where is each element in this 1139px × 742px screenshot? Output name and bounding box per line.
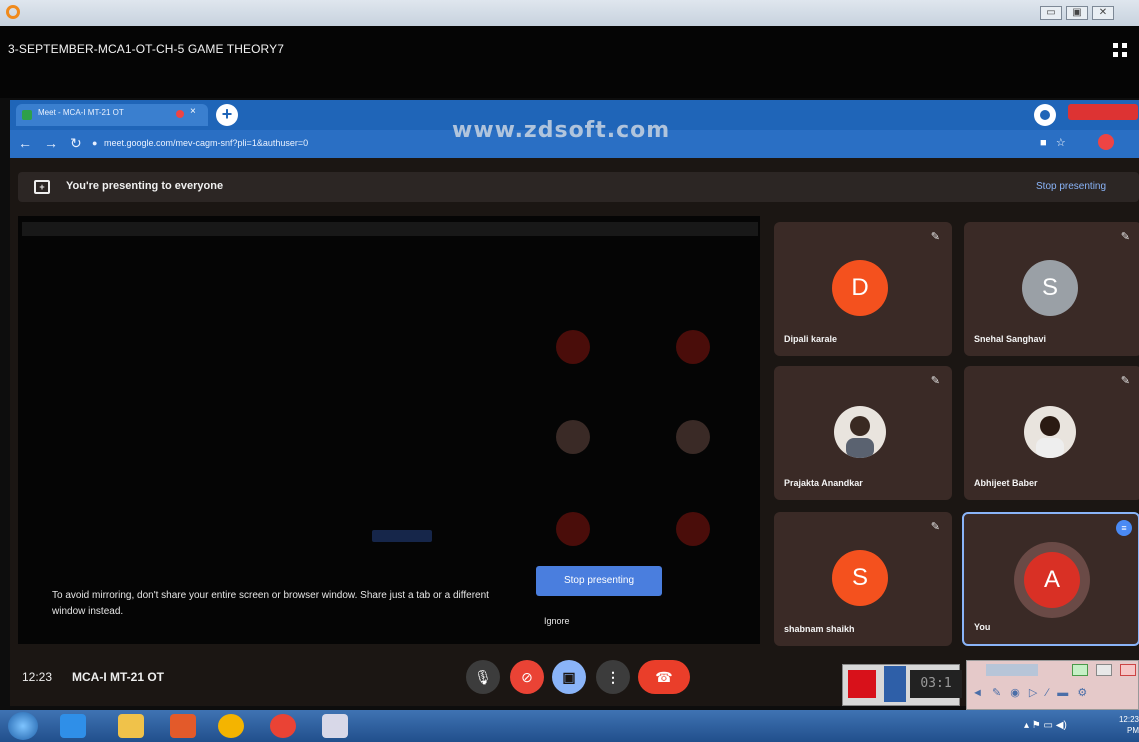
player-header [0, 26, 1139, 98]
record-counter: 03:1 [910, 670, 962, 698]
chrome-profile-dot-icon [1040, 110, 1050, 120]
chrome-icon[interactable] [218, 714, 244, 738]
tab-close-icon[interactable]: × [190, 106, 196, 117]
avatar: S [832, 550, 888, 606]
annotation-close-button[interactable] [1120, 664, 1136, 676]
start-button-icon[interactable] [8, 712, 38, 740]
participant-tile[interactable]: ✎ Prajakta Anandkar [774, 366, 952, 500]
mic-off-icon: ✎ [930, 231, 940, 243]
avatar-photo [1024, 406, 1076, 458]
recording-dot-icon [176, 110, 184, 118]
explorer-folder-icon[interactable] [118, 714, 144, 738]
record-pause-button[interactable] [884, 666, 906, 702]
close-button[interactable]: ✕ [1092, 6, 1114, 20]
meet-favicon-icon [22, 110, 32, 120]
speaking-indicator-icon: ≡ [1116, 520, 1132, 536]
mirroring-warning-text: To avoid mirroring, don't share your ent… [52, 590, 489, 617]
recorder-app-icon[interactable] [322, 714, 348, 738]
camera-off-button[interactable]: ⊘ [510, 660, 544, 694]
participant-name: Prajakta Anandkar [784, 478, 863, 488]
avatar-photo [834, 406, 886, 458]
participant-tile[interactable]: ✎ S shabnam shaikh [774, 512, 952, 646]
video-title: 3-SEPTEMBER-MCA1-OT-CH-5 GAME THEORY7 [8, 42, 284, 56]
watermark: www.zdsoft.com [452, 118, 671, 143]
player-logo-icon [6, 5, 20, 19]
annotation-window-button[interactable] [1072, 664, 1088, 676]
player-titlebar [0, 0, 1139, 26]
mirror-avatar [556, 512, 590, 546]
avatar: A [1024, 552, 1080, 608]
mic-off-icon: ✎ [930, 375, 940, 387]
profile-avatar-icon[interactable] [1098, 134, 1114, 150]
record-stop-button[interactable] [848, 670, 876, 698]
mirror-tabbar [22, 222, 758, 236]
mirror-avatar [556, 420, 590, 454]
participant-tile[interactable]: ✎ Abhijeet Baber [964, 366, 1139, 500]
mirror-button [372, 530, 432, 542]
fullscreen-icon[interactable] [1112, 42, 1128, 58]
more-options-button[interactable]: ⋮ [596, 660, 630, 694]
ignore-button[interactable]: Ignore [544, 616, 570, 626]
mirror-avatar [676, 420, 710, 454]
meeting-code: MCA-I MT-21 OT [72, 670, 164, 684]
stop-presenting-button[interactable]: Stop presenting [536, 566, 662, 596]
presenting-banner-text: You're presenting to everyone [66, 180, 224, 192]
hang-up-button[interactable]: ☎ [638, 660, 690, 694]
participant-tile[interactable]: ✎ S Snehal Sanghavi [964, 222, 1139, 356]
media-player-icon[interactable] [170, 714, 196, 738]
forward-arrow-icon[interactable]: → [44, 135, 58, 151]
chrome-window-controls[interactable] [1068, 104, 1138, 120]
participant-name: Abhijeet Baber [974, 478, 1038, 488]
chrome-window-icon[interactable] [270, 714, 296, 738]
minimize-button[interactable]: ▭ [1040, 6, 1062, 20]
participant-name: Dipali karale [784, 334, 838, 344]
annotation-tools[interactable]: ◄ ✎ ◉ ▷ ∕ ▬ ⚙ [972, 686, 1090, 699]
avatar: S [1022, 260, 1078, 316]
mirror-avatar [556, 330, 590, 364]
mirror-avatar [676, 330, 710, 364]
ie-icon[interactable] [60, 714, 86, 738]
toolbar-icons[interactable]: ■ ☆ [1040, 136, 1066, 149]
participant-name: You [974, 622, 991, 632]
mic-off-icon: ✎ [930, 521, 940, 533]
present-screen-icon: + [34, 180, 50, 194]
microphone-button[interactable]: 🎙 [466, 660, 500, 694]
mirror-avatar [676, 512, 710, 546]
participant-tile[interactable]: ✎ D Dipali karale [774, 222, 952, 356]
back-arrow-icon[interactable]: ← [18, 135, 32, 151]
taskbar-clock: 12:23 PM [1118, 715, 1139, 735]
reload-icon[interactable]: ↻ [70, 135, 82, 152]
meeting-time: 12:23 [22, 670, 53, 684]
mic-off-icon: ✎ [1120, 231, 1130, 243]
annotation-minimize-button[interactable] [1096, 664, 1112, 676]
participant-name: Snehal Sanghavi [974, 334, 1047, 344]
participant-tile-you[interactable]: A ≡ You [962, 512, 1139, 646]
annotation-title [986, 664, 1038, 676]
system-tray-icons[interactable]: ▴ ⚑ ▭ ◀) [1024, 720, 1067, 731]
lock-icon: ● [92, 138, 98, 148]
maximize-button[interactable]: ▣ [1066, 6, 1088, 20]
participant-name: shabnam shaikh [784, 624, 855, 634]
avatar: D [832, 260, 888, 316]
mic-off-icon: ✎ [1120, 375, 1130, 387]
tab-label: Meet - MCA-I MT-21 OT [38, 108, 124, 117]
present-button[interactable]: ▣ [552, 660, 586, 694]
new-tab-button[interactable]: + [216, 104, 238, 126]
address-bar[interactable]: meet.google.com/mev-cagm-snf?pli=1&authu… [104, 138, 308, 148]
banner-stop-presenting-button[interactable]: Stop presenting [1036, 181, 1106, 192]
